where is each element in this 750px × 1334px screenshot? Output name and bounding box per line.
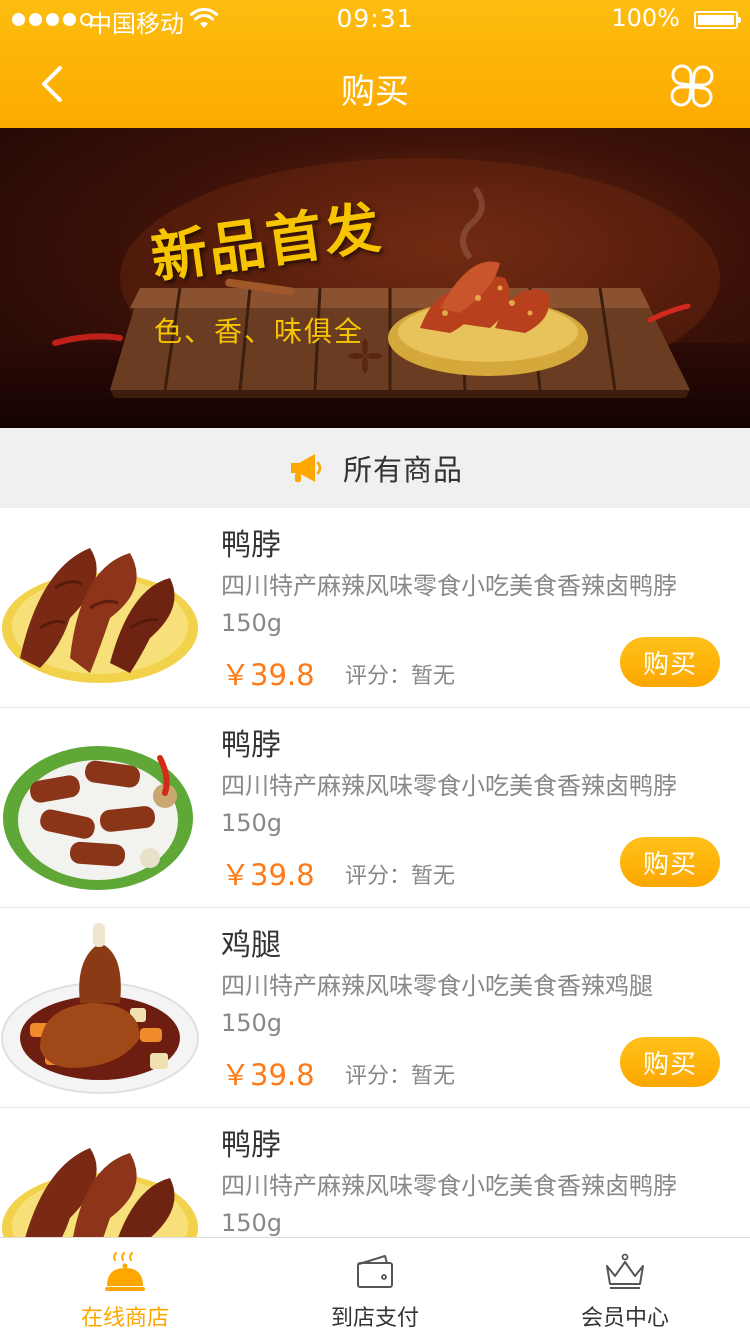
product-name: 鸡腿 <box>221 928 281 963</box>
section-title: 所有商品 <box>342 453 463 487</box>
menu-button[interactable] <box>670 64 714 108</box>
product-price: ￥39.8 <box>221 1058 315 1092</box>
tab-label: 在线商店 <box>80 1306 169 1331</box>
megaphone-icon <box>290 454 322 482</box>
product-desc: 四川特产麻辣风味零食小吃美食香辣卤鸭脖 150g <box>221 1168 721 1237</box>
header: 中国移动 09:31 100% 购买 <box>0 0 750 128</box>
product-rating: 评分：暂无 <box>345 664 456 689</box>
product-desc-line: 四川特产麻辣风味零食小吃美食香辣鸡腿 <box>221 972 653 1000</box>
tab-label: 会员中心 <box>580 1306 669 1331</box>
product-price: ￥39.8 <box>221 658 315 692</box>
product-desc: 四川特产麻辣风味零食小吃美食香辣卤鸭脖 150g <box>221 768 721 842</box>
product-image <box>0 708 200 907</box>
product-desc-line: 四川特产麻辣风味零食小吃美食香辣卤鸭脖 <box>221 572 677 600</box>
nav-bar: 购买 <box>0 40 750 128</box>
phone-screen: 中国移动 09:31 100% 购买 新品首发 色、香、味俱全 所有商品 鸭脖 … <box>0 0 750 1334</box>
product-rating: 评分：暂无 <box>345 864 456 889</box>
product-weight: 150g <box>221 1209 283 1237</box>
tab-label: 到店支付 <box>330 1306 419 1331</box>
product-item[interactable]: 鸭脖 四川特产麻辣风味零食小吃美食香辣卤鸭脖 150g ￥39.8 评分：暂无 … <box>0 508 750 708</box>
buy-button[interactable]: 购买 <box>620 637 720 687</box>
clover-grid-icon <box>670 64 714 108</box>
product-item[interactable]: 鸡腿 四川特产麻辣风味零食小吃美食香辣鸡腿 150g ￥39.8 评分：暂无 购… <box>0 908 750 1108</box>
product-price: ￥39.8 <box>221 858 315 892</box>
product-image <box>0 1108 200 1237</box>
product-name: 鸭脖 <box>221 528 281 563</box>
product-desc-line: 四川特产麻辣风味零食小吃美食香辣卤鸭脖 <box>221 772 677 800</box>
product-desc: 四川特产麻辣风味零食小吃美食香辣卤鸭脖 150g <box>221 568 721 642</box>
product-desc: 四川特产麻辣风味零食小吃美食香辣鸡腿 150g <box>221 968 721 1042</box>
tab-member-center[interactable]: 会员中心 <box>500 1238 750 1334</box>
battery-percent: 100% <box>611 4 680 32</box>
product-image <box>0 508 200 707</box>
status-bar: 中国移动 09:31 100% <box>0 0 750 40</box>
banner-subtitle: 色、香、味俱全 <box>154 315 365 348</box>
product-rating: 评分：暂无 <box>345 1064 456 1089</box>
banner-food-illustration <box>52 158 720 398</box>
page-title: 购买 <box>341 72 409 112</box>
cloche-icon <box>105 1252 145 1291</box>
promo-banner[interactable]: 新品首发 色、香、味俱全 <box>0 128 750 428</box>
tab-bar: 在线商店 到店支付 会员中心 <box>0 1237 750 1334</box>
wallet-icon <box>357 1255 393 1288</box>
product-name: 鸭脖 <box>221 728 281 763</box>
product-image <box>0 908 200 1107</box>
product-item[interactable]: 鸭脖 四川特产麻辣风味零食小吃美食香辣卤鸭脖 150g ￥39.8 评分：暂无 … <box>0 708 750 908</box>
tab-pay-in-store[interactable]: 到店支付 <box>250 1238 500 1334</box>
product-info: 鸭脖 四川特产麻辣风味零食小吃美食香辣卤鸭脖 150g <box>221 1108 750 1237</box>
battery-icon <box>694 11 741 29</box>
product-desc-line: 四川特产麻辣风味零食小吃美食香辣卤鸭脖 <box>221 1172 677 1200</box>
section-header: 所有商品 <box>0 428 750 508</box>
buy-button[interactable]: 购买 <box>620 837 720 887</box>
product-name: 鸭脖 <box>221 1128 281 1163</box>
product-list: 鸭脖 四川特产麻辣风味零食小吃美食香辣卤鸭脖 150g ￥39.8 评分：暂无 … <box>0 508 750 1237</box>
tab-online-store[interactable]: 在线商店 <box>0 1238 250 1334</box>
crown-icon <box>606 1253 644 1289</box>
buy-button[interactable]: 购买 <box>620 1037 720 1087</box>
product-item[interactable]: 鸭脖 四川特产麻辣风味零食小吃美食香辣卤鸭脖 150g <box>0 1108 750 1237</box>
